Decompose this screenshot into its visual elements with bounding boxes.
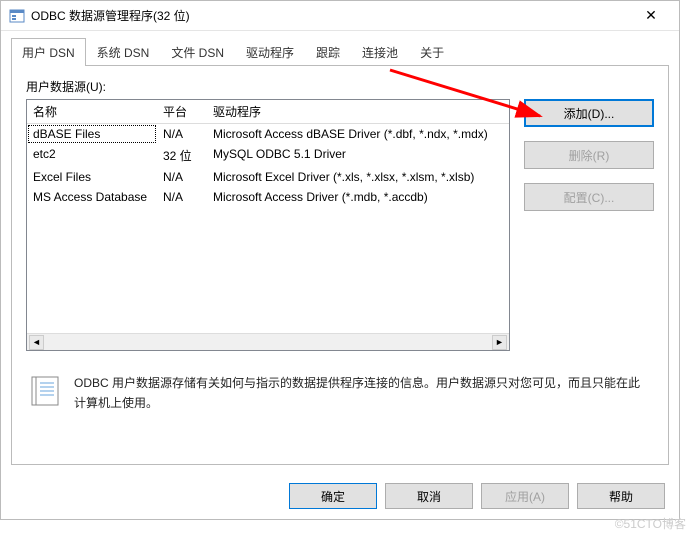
scroll-right-icon[interactable]: ► [492, 335, 507, 350]
tab-drivers[interactable]: 驱动程序 [235, 38, 305, 66]
scroll-left-icon[interactable]: ◄ [29, 335, 44, 350]
tab-pooling[interactable]: 连接池 [351, 38, 409, 66]
col-platform[interactable]: 平台 [157, 100, 207, 123]
tab-system-dsn[interactable]: 系统 DSN [86, 38, 161, 66]
table-header: 名称 平台 驱动程序 [27, 100, 509, 124]
col-driver[interactable]: 驱动程序 [207, 100, 509, 123]
dsn-list[interactable]: 名称 平台 驱动程序 dBASE Files N/A Microsoft Acc… [26, 99, 510, 351]
apply-button[interactable]: 应用(A) [481, 483, 569, 509]
tab-about[interactable]: 关于 [409, 38, 455, 66]
horizontal-scrollbar[interactable]: ◄ ► [27, 333, 509, 350]
dsn-list-label: 用户数据源(U): [26, 78, 654, 95]
tab-file-dsn[interactable]: 文件 DSN [160, 38, 235, 66]
configure-button[interactable]: 配置(C)... [524, 183, 654, 211]
tab-strip: 用户 DSN 系统 DSN 文件 DSN 驱动程序 跟踪 连接池 关于 [1, 31, 679, 65]
add-button[interactable]: 添加(D)... [524, 99, 654, 127]
tab-user-dsn[interactable]: 用户 DSN [11, 38, 86, 66]
titlebar: ODBC 数据源管理程序(32 位) ✕ [1, 1, 679, 31]
window-title: ODBC 数据源管理程序(32 位) [31, 7, 631, 24]
remove-button[interactable]: 删除(R) [524, 141, 654, 169]
ok-button[interactable]: 确定 [289, 483, 377, 509]
table-row[interactable]: dBASE Files N/A Microsoft Access dBASE D… [27, 124, 509, 144]
side-buttons: 添加(D)... 删除(R) 配置(C)... [524, 99, 654, 351]
close-button[interactable]: ✕ [631, 2, 671, 30]
info-text: ODBC 用户数据源存储有关如何与指示的数据提供程序连接的信息。用户数据源只对您… [74, 373, 650, 414]
info-icon [30, 373, 62, 409]
watermark: ©51CTO博客 [615, 515, 686, 532]
table-body: dBASE Files N/A Microsoft Access dBASE D… [27, 124, 509, 207]
cancel-button[interactable]: 取消 [385, 483, 473, 509]
tab-tracing[interactable]: 跟踪 [305, 38, 351, 66]
table-row[interactable]: MS Access Database N/A Microsoft Access … [27, 187, 509, 207]
table-row[interactable]: Excel Files N/A Microsoft Excel Driver (… [27, 167, 509, 187]
main-area: 名称 平台 驱动程序 dBASE Files N/A Microsoft Acc… [26, 99, 654, 351]
help-button[interactable]: 帮助 [577, 483, 665, 509]
info-panel: ODBC 用户数据源存储有关如何与指示的数据提供程序连接的信息。用户数据源只对您… [26, 369, 654, 418]
dialog-window: ODBC 数据源管理程序(32 位) ✕ 用户 DSN 系统 DSN 文件 DS… [0, 0, 680, 520]
dialog-footer: 确定 取消 应用(A) 帮助 [289, 483, 665, 509]
col-name[interactable]: 名称 [27, 100, 157, 123]
tab-content: 用户数据源(U): 名称 平台 驱动程序 dBASE Files N/A Mic… [11, 65, 669, 465]
table-row[interactable]: etc2 32 位 MySQL ODBC 5.1 Driver [27, 144, 509, 167]
app-icon [9, 8, 25, 24]
